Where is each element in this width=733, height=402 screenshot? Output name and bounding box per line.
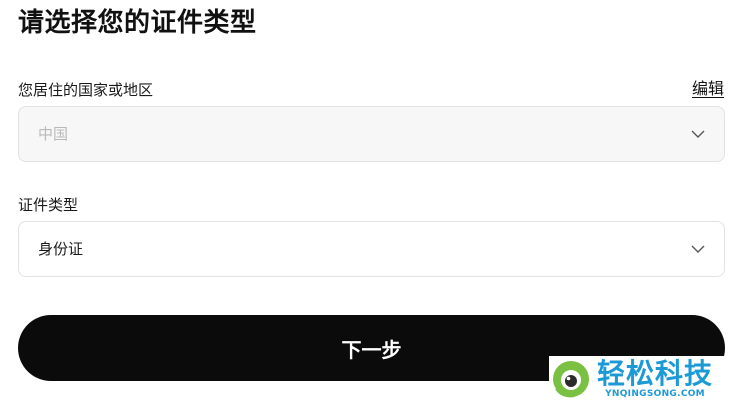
watermark: 轻松科技 YNQINGSONG.COM: [549, 356, 733, 402]
edit-link[interactable]: 编辑: [692, 79, 724, 99]
country-select[interactable]: 中国: [18, 106, 725, 162]
watermark-en-text: YNQINGSONG.COM: [605, 388, 705, 399]
chevron-down-icon: [690, 126, 706, 142]
watermark-cn-text: 轻松科技: [597, 356, 714, 390]
doctype-select-value: 身份证: [38, 240, 84, 258]
country-label: 您居住的国家或地区: [18, 81, 154, 99]
doctype-select[interactable]: 身份证: [18, 221, 725, 277]
page-title: 请选择您的证件类型: [18, 8, 257, 38]
doctype-label: 证件类型: [18, 196, 79, 214]
watermark-text: 轻松科技 YNQINGSONG.COM: [597, 356, 714, 400]
country-select-value: 中国: [38, 125, 69, 143]
chevron-down-icon: [690, 241, 706, 257]
watermark-logo-icon: [553, 361, 589, 398]
